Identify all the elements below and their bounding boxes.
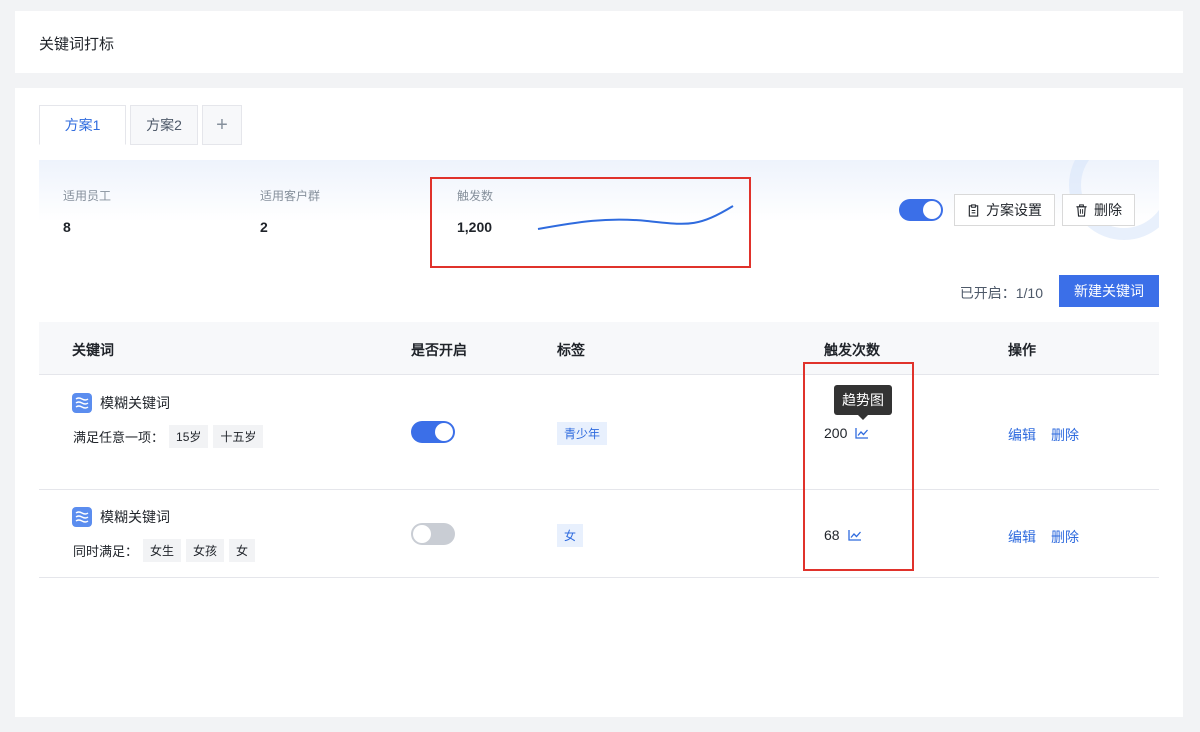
clipboard-icon [968,203,979,217]
plan-settings-button[interactable]: 方案设置 [954,194,1055,226]
keyword-chip: 15岁 [169,425,209,448]
plus-icon: + [216,113,228,136]
plan-enable-toggle[interactable] [899,199,943,221]
keyword-condition: 同时满足： 女生 女孩 女 [73,539,256,562]
plan-delete-button[interactable]: 删除 [1062,194,1135,226]
col-actions: 操作 [1008,342,1036,358]
edit-link[interactable]: 编辑 [1008,425,1036,445]
keyword-name: 模糊关键词 [100,395,170,411]
stat-staff-label: 适用员工 [63,189,112,203]
add-tab-button[interactable]: + [202,105,242,145]
fuzzy-keyword-icon [72,507,92,527]
stat-groups: 适用客户群 2 [260,187,320,235]
stat-staff: 适用员工 8 [63,187,111,235]
delete-link[interactable]: 删除 [1051,425,1079,445]
condition-label: 同时满足： [73,544,139,559]
plan-delete-label: 删除 [1094,202,1122,218]
tab-plan-2[interactable]: 方案2 [130,105,198,145]
trash-icon [1076,203,1087,217]
toggle-knob [923,201,941,219]
keyword-condition: 满足任意一项： 15岁 十五岁 [73,425,264,448]
col-enabled: 是否开启 [411,342,467,358]
keyword-enable-toggle[interactable] [411,523,455,545]
toggle-knob [435,423,453,441]
keyword-cell: 模糊关键词 [72,507,170,527]
keyword-chip: 女生 [143,539,182,562]
opened-count: 已开启：1/10 [959,285,1043,301]
col-trigger-count: 触发次数 [824,342,880,358]
plan-settings-label: 方案设置 [986,202,1042,218]
keyword-enable-toggle[interactable] [411,421,455,443]
keyword-chip: 十五岁 [213,425,264,448]
page-title: 关键词打标 [39,36,115,53]
keyword-chip: 女 [229,539,256,562]
header-card: 关键词打标 [15,11,1183,73]
keyword-tag: 青少年 [557,422,608,445]
delete-link[interactable]: 删除 [1051,527,1079,547]
col-tag: 标签 [557,342,585,358]
fuzzy-keyword-icon [72,393,92,413]
stat-staff-value: 8 [63,219,71,235]
stat-groups-label: 适用客户群 [260,189,321,203]
keyword-name: 模糊关键词 [100,509,170,525]
tab-plan-1[interactable]: 方案1 [39,105,126,145]
new-keyword-button[interactable]: 新建关键词 [1059,275,1159,307]
keyword-tag: 女 [557,524,584,547]
stat-groups-value: 2 [260,219,268,235]
plan-tabs: 方案1 方案2 + [39,105,242,145]
table-row: 模糊关键词 同时满足： 女生 女孩 女 女 68 编辑 删除 [39,490,1159,578]
highlight-box-triggers [430,177,751,268]
keyword-chip: 女孩 [186,539,225,562]
highlight-box-trigger-count [803,362,914,571]
keyword-cell: 模糊关键词 [72,393,170,413]
condition-label: 满足任意一项： [73,430,165,445]
table-header: 关键词 是否开启 标签 触发次数 操作 [39,322,1159,375]
col-keyword: 关键词 [72,342,114,358]
table-row: 模糊关键词 满足任意一项： 15岁 十五岁 青少年 200 编辑 删除 [39,376,1159,490]
edit-link[interactable]: 编辑 [1008,527,1036,547]
main-card: 方案1 方案2 + 适用员工 8 适用客户群 2 触发数 1,200 方案设置 … [15,88,1183,717]
toggle-knob [413,525,431,543]
